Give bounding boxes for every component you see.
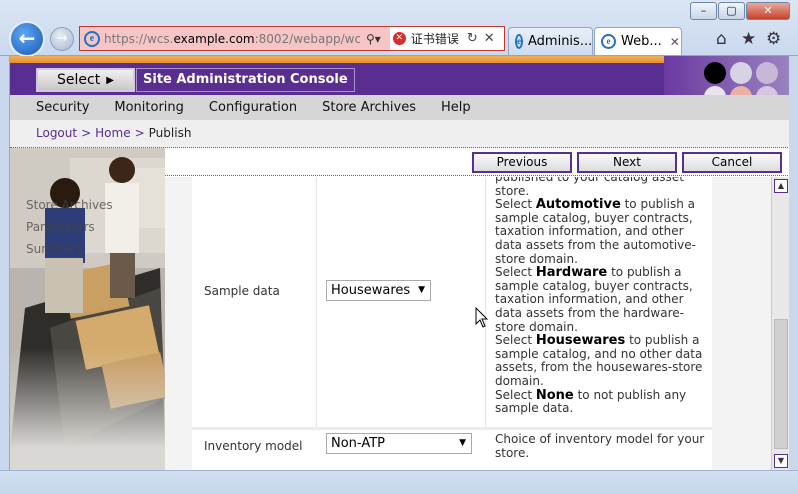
left-nav-summary[interactable]: Summary	[26, 242, 84, 256]
scroll-thumb[interactable]	[774, 319, 788, 449]
inventory-model-label: Inventory model	[204, 439, 303, 453]
banner-decoration	[664, 56, 789, 96]
maximize-button[interactable]: ▢	[718, 2, 745, 20]
window-controls: – ▢ ✕	[689, 2, 790, 20]
select-button[interactable]: Select ▶	[36, 68, 135, 92]
menu-configuration[interactable]: Configuration	[209, 100, 297, 115]
url-suffix: :8002/webapp/wcs	[254, 31, 360, 46]
breadcrumb-logout[interactable]: Logout	[36, 126, 77, 140]
warehouse-photo	[10, 148, 165, 448]
home-icon[interactable]: ⌂	[716, 29, 727, 49]
browser-tab-web[interactable]: e Web... ✕	[594, 27, 682, 55]
desc-select-word: Select	[495, 197, 533, 212]
sample-data-description: published to your catalog asset store. S…	[495, 177, 707, 416]
column-divider	[485, 177, 486, 427]
forward-arrow-icon: →	[56, 31, 68, 46]
inventory-model-select[interactable]: Non-ATP ▼	[326, 433, 472, 454]
sample-data-value: Housewares	[331, 283, 411, 298]
desc-select-word: Select	[495, 387, 533, 402]
main-menu: Security Monitoring Configuration Store …	[10, 95, 789, 120]
ie-logo-icon: e	[84, 30, 100, 47]
banner: Select ▶ Site Administration Console	[10, 56, 789, 96]
dropdown-caret-icon: ▼	[418, 285, 425, 295]
forward-button[interactable]: →	[50, 27, 74, 51]
parameters-content: Sample data Housewares ▼ published to yo…	[165, 177, 771, 470]
dropdown-caret-icon: ▼	[459, 438, 466, 448]
sample-data-label: Sample data	[204, 284, 280, 298]
content-scrollbar[interactable]: ▲ ▼	[771, 177, 789, 470]
status-bar	[0, 470, 798, 494]
web-page: Select ▶ Site Administration Console Sec…	[9, 56, 789, 470]
column-divider	[316, 177, 317, 427]
window-frame-right	[789, 56, 798, 470]
inventory-model-value: Non-ATP	[331, 436, 385, 451]
breadcrumb-separator: >	[134, 126, 145, 140]
url-prefix: https://wcs.	[104, 31, 174, 46]
minimize-button[interactable]: –	[690, 2, 717, 20]
site-title: Site Administration Console	[136, 68, 355, 92]
address-bar[interactable]: e https://wcs.example.com:8002/webapp/wc…	[79, 26, 505, 51]
next-button[interactable]: Next	[577, 152, 677, 173]
wizard-button-row: Previous Next Cancel	[165, 148, 789, 176]
breadcrumb-home[interactable]: Home	[95, 126, 130, 140]
search-dropdown-icon[interactable]: ⚲▾	[366, 32, 381, 46]
tab-label: Web...	[621, 34, 662, 49]
ie-tab-icon: e	[515, 34, 523, 49]
back-arrow-icon: ←	[18, 26, 36, 50]
previous-button[interactable]: Previous	[472, 152, 572, 173]
close-window-button[interactable]: ✕	[746, 2, 790, 20]
breadcrumb-current: Publish	[148, 126, 192, 140]
cert-error-icon[interactable]: ✕	[392, 32, 406, 45]
desc-select-word: Select	[495, 333, 533, 348]
back-button[interactable]: ←	[9, 21, 45, 57]
browser-tab-admin[interactable]: e Adminis...	[508, 27, 593, 55]
mouse-cursor-icon	[475, 307, 489, 328]
ie-tab-icon: e	[601, 34, 616, 49]
refresh-icon[interactable]: ↻	[467, 31, 478, 46]
desc-intro: published to your catalog asset store.	[495, 177, 684, 198]
inventory-model-description: Choice of inventory model for your store…	[495, 432, 705, 460]
left-nav-store-archives[interactable]: Store Archives	[26, 198, 113, 212]
menu-store-archives[interactable]: Store Archives	[322, 100, 416, 115]
parameters-table: Sample data Housewares ▼ published to yo…	[192, 177, 712, 470]
menu-monitoring[interactable]: Monitoring	[114, 100, 184, 115]
menu-help[interactable]: Help	[441, 100, 471, 115]
breadcrumb-separator: >	[81, 126, 92, 140]
close-tab-icon[interactable]: ✕	[670, 35, 680, 49]
scroll-up-icon[interactable]: ▲	[774, 179, 788, 193]
cancel-button[interactable]: Cancel	[682, 152, 782, 173]
favorites-star-icon[interactable]: ★	[741, 29, 756, 49]
cert-error-label[interactable]: 证书错误	[411, 30, 459, 47]
breadcrumb: Logout > Home > Publish	[10, 120, 789, 148]
tab-label: Adminis...	[528, 34, 593, 49]
sample-data-select[interactable]: Housewares ▼	[326, 280, 431, 301]
browser-toolbar: – ▢ ✕ ← → e https://wcs.example.com:8002…	[0, 0, 798, 57]
desc-select-word: Select	[495, 265, 533, 280]
stop-icon[interactable]: ✕	[484, 31, 495, 46]
window-frame-left	[0, 56, 9, 470]
settings-gear-icon[interactable]: ⚙	[766, 29, 781, 49]
url-domain: example.com	[173, 31, 255, 46]
select-label: Select	[57, 72, 101, 88]
row-divider	[192, 427, 712, 430]
left-panel: Store Archives Parameters Summary	[10, 148, 165, 470]
url-text[interactable]: https://wcs.example.com:8002/webapp/wcs	[104, 32, 360, 46]
scroll-down-icon[interactable]: ▼	[774, 454, 788, 468]
left-nav-parameters[interactable]: Parameters	[26, 220, 95, 234]
menu-security[interactable]: Security	[36, 100, 89, 115]
triangle-right-icon: ▶	[106, 74, 114, 86]
